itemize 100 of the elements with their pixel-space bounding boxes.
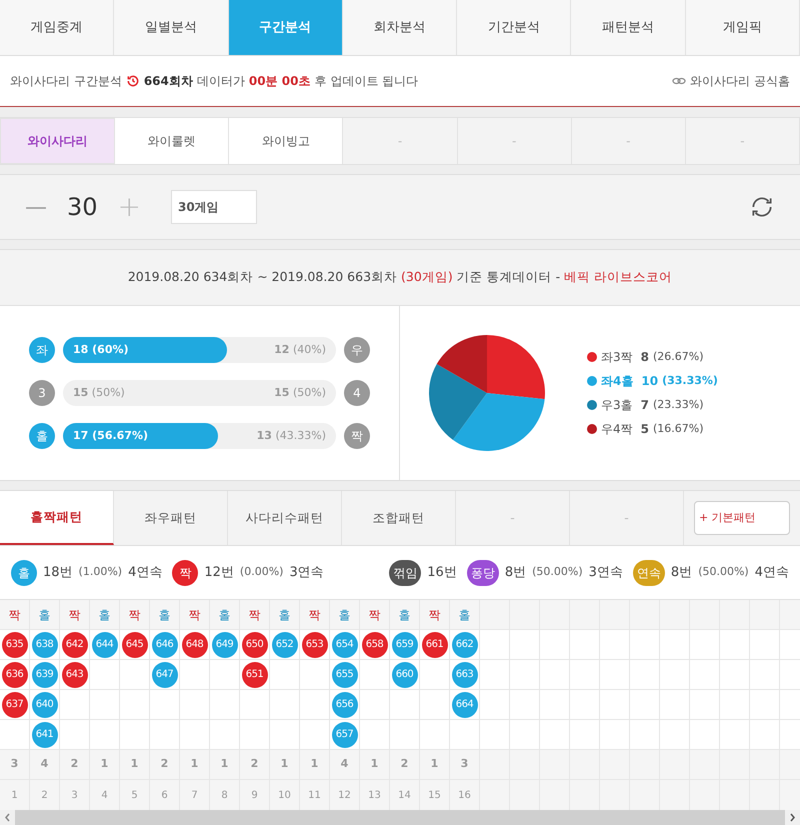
grid-cell bbox=[510, 780, 539, 810]
column-index: 2 bbox=[30, 780, 59, 810]
stat-badge: 짝 bbox=[172, 560, 198, 586]
stat-streak: 3연속 bbox=[289, 564, 324, 582]
column-header: 홀 bbox=[390, 600, 419, 630]
stat-streak: 4연속 bbox=[754, 564, 789, 582]
stat-count: 12번 bbox=[204, 564, 234, 582]
pattern-tab[interactable]: 조합패턴 bbox=[342, 491, 456, 545]
streak-count: 1 bbox=[180, 750, 209, 780]
stat-count: 18번 bbox=[43, 564, 73, 582]
streak-count: 1 bbox=[360, 750, 389, 780]
notice-text: 후 업데이트 됩니다 bbox=[314, 73, 418, 90]
clock-icon bbox=[126, 74, 140, 88]
column-index: 5 bbox=[120, 780, 149, 810]
pattern-tab[interactable]: 좌우패턴 bbox=[114, 491, 228, 545]
legend-percent: (33.33%) bbox=[662, 372, 718, 389]
column-header: 짝 bbox=[0, 600, 29, 630]
column-index: 4 bbox=[90, 780, 119, 810]
nav-tab[interactable]: 기간분석 bbox=[457, 0, 572, 55]
streak-count: 1 bbox=[120, 750, 149, 780]
scroll-left-icon[interactable] bbox=[0, 810, 15, 825]
grid-cell bbox=[540, 780, 569, 810]
streak-count: 1 bbox=[90, 750, 119, 780]
left-value: 18 (60%) bbox=[73, 342, 129, 358]
pattern-tab[interactable]: 홀짝패턴 bbox=[0, 491, 114, 545]
column-index: 11 bbox=[300, 780, 329, 810]
nav-tab[interactable]: 회차분석 bbox=[342, 0, 458, 55]
nav-tab[interactable]: 게임픽 bbox=[686, 0, 800, 55]
column-header: 홀 bbox=[30, 600, 59, 630]
legend-label: 좌4홀 bbox=[601, 373, 634, 390]
left-badge: 3 bbox=[29, 380, 55, 406]
grid-cell bbox=[720, 780, 749, 810]
column-index: 16 bbox=[450, 780, 479, 810]
right-value: 13 (43.33%) bbox=[256, 428, 326, 444]
streak-count: 4 bbox=[30, 750, 59, 780]
official-home-link[interactable]: 와이사다리 공식홈 bbox=[672, 72, 790, 90]
streak-count: 1 bbox=[210, 750, 239, 780]
column-index: 15 bbox=[420, 780, 449, 810]
streak-count: 2 bbox=[390, 750, 419, 780]
streak-count: 2 bbox=[240, 750, 269, 780]
left-value: 17 (56.67%) bbox=[73, 428, 148, 444]
games-field[interactable]: 30게임 bbox=[171, 190, 258, 224]
count-value: 30 bbox=[67, 192, 98, 223]
grid-cell bbox=[600, 780, 629, 810]
link-icon bbox=[672, 75, 686, 87]
nav-tab[interactable]: 게임중계 bbox=[0, 0, 114, 55]
left-badge: 좌 bbox=[29, 337, 55, 363]
stat-streak: 4연속 bbox=[128, 564, 162, 582]
column-index: 9 bbox=[240, 780, 269, 810]
left-badge: 홀 bbox=[29, 423, 55, 449]
grid-cell bbox=[660, 780, 689, 810]
stat-percent: (0.00%) bbox=[240, 564, 284, 580]
legend-label: 우3홀 bbox=[601, 397, 633, 414]
streak-count: 3 bbox=[0, 750, 29, 780]
column-index: 14 bbox=[390, 780, 419, 810]
grid-cell bbox=[750, 780, 779, 810]
round-number: 664회차 bbox=[144, 73, 193, 90]
summary-games: (30게임) bbox=[401, 268, 453, 286]
nav-tab[interactable]: 일별분석 bbox=[114, 0, 229, 55]
grid-cell bbox=[570, 780, 599, 810]
column-header: 홀 bbox=[210, 600, 239, 630]
column-index: 12 bbox=[330, 780, 359, 810]
column-header: 홀 bbox=[270, 600, 299, 630]
basic-pattern-button[interactable]: + 기본패턴 bbox=[694, 501, 790, 535]
right-badge: 짝 bbox=[344, 423, 370, 449]
nav-tab[interactable]: 패턴분석 bbox=[571, 0, 686, 55]
column-header: 짝 bbox=[240, 600, 269, 630]
countdown: 00분 00초 bbox=[248, 73, 310, 90]
column-index: 6 bbox=[150, 780, 179, 810]
stat-badge: 꺾임 bbox=[389, 560, 422, 586]
summary-source: 베픽 라이브스코어 bbox=[564, 268, 672, 286]
column-index: 3 bbox=[60, 780, 89, 810]
stat-badge: 연속 bbox=[632, 560, 665, 586]
legend-value: 7 bbox=[640, 397, 649, 414]
pattern-tab[interactable]: 사다리수패턴 bbox=[228, 491, 342, 545]
stat-badge: 퐁당 bbox=[466, 560, 499, 586]
summary-basis: 기준 통계데이터 - bbox=[456, 268, 560, 286]
scrollbar[interactable] bbox=[0, 810, 800, 825]
legend-value: 8 bbox=[640, 349, 649, 366]
column-index: 7 bbox=[180, 780, 209, 810]
stat-streak: 3연속 bbox=[588, 564, 623, 582]
grid-cell bbox=[690, 780, 719, 810]
streak-count: 2 bbox=[150, 750, 179, 780]
column-header: 홀 bbox=[150, 600, 179, 630]
streak-count: 1 bbox=[300, 750, 329, 780]
stat-count: 8번 bbox=[670, 564, 692, 582]
column-header: 짝 bbox=[360, 600, 389, 630]
column-header: 짝 bbox=[60, 600, 89, 630]
column-header: 짝 bbox=[420, 600, 449, 630]
notice-text: 데이터가 bbox=[196, 73, 245, 90]
scroll-right-icon[interactable] bbox=[785, 810, 800, 825]
streak-count: 2 bbox=[60, 750, 89, 780]
game-tab[interactable]: 와이사다리 bbox=[0, 118, 116, 164]
legend-percent: (16.67%) bbox=[653, 420, 704, 437]
stat-count: 16번 bbox=[427, 564, 457, 582]
notice-label: 와이사다리 구간분석 bbox=[10, 73, 122, 90]
stat-percent: (1.00%) bbox=[78, 564, 122, 580]
legend-label: 좌3짝 bbox=[601, 349, 633, 366]
stat-badge: 홀 bbox=[11, 560, 37, 586]
grid-cell bbox=[480, 780, 509, 810]
